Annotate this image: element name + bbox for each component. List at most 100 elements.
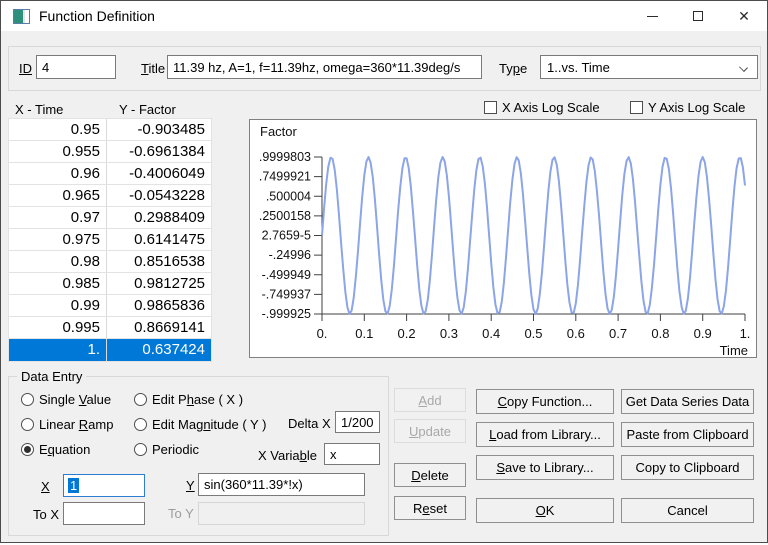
radio-edit-phase[interactable]: Edit Phase ( X ) <box>134 392 243 407</box>
table-row[interactable]: 0.995 0.8669141 <box>9 317 211 339</box>
to-x-label: To X <box>33 507 60 522</box>
y-label: Y <box>186 478 195 493</box>
load-from-library-button[interactable]: Load from Library... <box>476 422 614 447</box>
y-column-header: Y - Factor <box>119 102 176 117</box>
table-cell: 0.637424 <box>142 341 205 358</box>
function-curve <box>321 156 746 315</box>
x-input-selected-text: 1 <box>68 478 80 493</box>
radio-periodic-label: Periodic <box>152 442 199 457</box>
table-cell: 0.9865836 <box>134 297 205 314</box>
function-plot: .9999803 .7499921 .500004 .2500158 2.7659-5 -… <box>249 119 757 358</box>
y-tick-label: .500004 <box>266 189 311 203</box>
radio-edit-magnitude-label: Edit Magnitude ( Y ) <box>152 417 267 432</box>
radio-edit-magnitude[interactable]: Edit Magnitude ( Y ) <box>134 417 266 432</box>
delta-x-input[interactable] <box>335 411 380 433</box>
radio-periodic[interactable]: Periodic <box>134 442 199 457</box>
window-title: Function Definition <box>39 8 155 24</box>
paste-from-clipboard-button[interactable]: Paste from Clipboard <box>621 422 754 447</box>
x-tick-label: 1. <box>740 326 751 341</box>
x-tick-label: 0.6 <box>567 326 585 341</box>
close-button[interactable]: ✕ <box>721 1 767 31</box>
table-cell: 0.995 <box>9 317 107 338</box>
y-tick-label: -.499949 <box>262 268 311 282</box>
table-cell: 0.965 <box>9 185 107 206</box>
y-tick-label: .2500158 <box>259 209 311 223</box>
id-label: ID <box>19 61 32 76</box>
table-row[interactable]: 1. 0.637424 <box>9 339 211 361</box>
cancel-button[interactable]: Cancel <box>621 498 754 523</box>
to-y-label: To Y <box>168 506 194 521</box>
x-variable-label: X Variable <box>258 448 318 463</box>
table-row[interactable]: 0.975 0.6141475 <box>9 229 211 251</box>
x-tick-label: 0.5 <box>524 326 542 341</box>
y-log-scale-checkbox[interactable]: Y Axis Log Scale <box>630 100 745 115</box>
data-entry-group-label: Data Entry <box>17 369 87 384</box>
copy-to-clipboard-button[interactable]: Copy to Clipboard <box>621 455 754 480</box>
radio-single-value[interactable]: Single Value <box>21 392 111 407</box>
title-input[interactable] <box>167 55 482 79</box>
table-cell: 1. <box>9 339 107 361</box>
x-tick-label: 0.9 <box>694 326 712 341</box>
window-controls: ✕ <box>629 1 767 31</box>
table-row[interactable]: 0.97 0.2988409 <box>9 207 211 229</box>
table-cell: 0.6141475 <box>134 231 205 248</box>
x-tick-label: 0.8 <box>651 326 669 341</box>
radio-linear-ramp[interactable]: Linear Ramp <box>21 417 113 432</box>
table-cell: 0.985 <box>9 273 107 294</box>
radio-equation-label: Equation <box>39 442 91 457</box>
type-label: Type <box>499 61 528 76</box>
table-cell: 0.9812725 <box>134 275 205 292</box>
to-x-input[interactable] <box>63 502 145 525</box>
x-tick-label: 0. <box>317 326 328 341</box>
delete-button[interactable]: Delete <box>394 463 466 487</box>
table-row[interactable]: 0.965 -0.0543228 <box>9 185 211 207</box>
get-data-series-button[interactable]: Get Data Series Data <box>621 389 754 414</box>
x-tick-label: 0.2 <box>398 326 416 341</box>
y-tick-label: -.24996 <box>269 248 311 262</box>
save-to-library-button[interactable]: Save to Library... <box>476 455 614 480</box>
x-axis-title: Time <box>720 343 748 357</box>
minimize-button[interactable] <box>629 1 675 31</box>
radio-icon-checked <box>21 443 34 456</box>
delta-x-label: Delta X <box>288 416 331 431</box>
x-tick-label: 0.1 <box>355 326 373 341</box>
x-tick-label: 0.4 <box>482 326 500 341</box>
checkbox-icon <box>484 101 497 114</box>
x-tick-label: 0.7 <box>609 326 627 341</box>
reset-button[interactable]: Re set <box>394 496 466 520</box>
checkbox-icon <box>630 101 643 114</box>
radio-single-value-label: Single Value <box>39 392 112 407</box>
table-row[interactable]: 0.98 0.8516538 <box>9 251 211 273</box>
x-log-scale-checkbox[interactable]: X Axis Log Scale <box>484 100 600 115</box>
table-row[interactable]: 0.985 0.9812725 <box>9 273 211 295</box>
type-select[interactable]: 1..vs. Time <box>540 55 758 79</box>
table-row[interactable]: 0.99 0.9865836 <box>9 295 211 317</box>
y-input[interactable] <box>198 473 365 496</box>
maximize-button[interactable] <box>675 1 721 31</box>
table-row[interactable]: 0.95 -0.903485 <box>9 119 211 141</box>
copy-function-button[interactable]: Copy Function... <box>476 389 614 414</box>
add-button: Add <box>394 388 466 412</box>
table-cell: 0.8669141 <box>134 319 205 336</box>
x-input[interactable]: 1 <box>63 474 145 497</box>
function-definition-dialog: Function Definition ✕ ID Title Type 1..v… <box>0 0 768 543</box>
app-icon <box>13 8 30 24</box>
table-cell: 0.98 <box>9 251 107 272</box>
y-tick-label: .9999803 <box>259 150 311 164</box>
table-cell: 0.96 <box>9 163 107 184</box>
table-row[interactable]: 0.96 -0.4006049 <box>9 163 211 185</box>
id-input[interactable] <box>36 55 116 79</box>
type-select-value: 1..vs. Time <box>547 59 610 75</box>
x-variable-input[interactable] <box>324 443 380 465</box>
y-tick-label: .7499921 <box>259 170 311 184</box>
ok-button[interactable]: OK <box>476 498 614 523</box>
to-y-input <box>198 502 365 525</box>
radio-equation[interactable]: Equation <box>21 442 90 457</box>
table-row[interactable]: 0.955 -0.6961384 <box>9 141 211 163</box>
radio-edit-phase-label: Edit Phase ( X ) <box>152 392 244 407</box>
table-cell: -0.0543228 <box>129 187 205 204</box>
function-chart-svg: .9999803 .7499921 .500004 .2500158 2.7659-5 -… <box>259 124 751 357</box>
radio-icon <box>134 393 147 406</box>
minimize-icon <box>646 15 658 17</box>
radio-icon <box>21 418 34 431</box>
